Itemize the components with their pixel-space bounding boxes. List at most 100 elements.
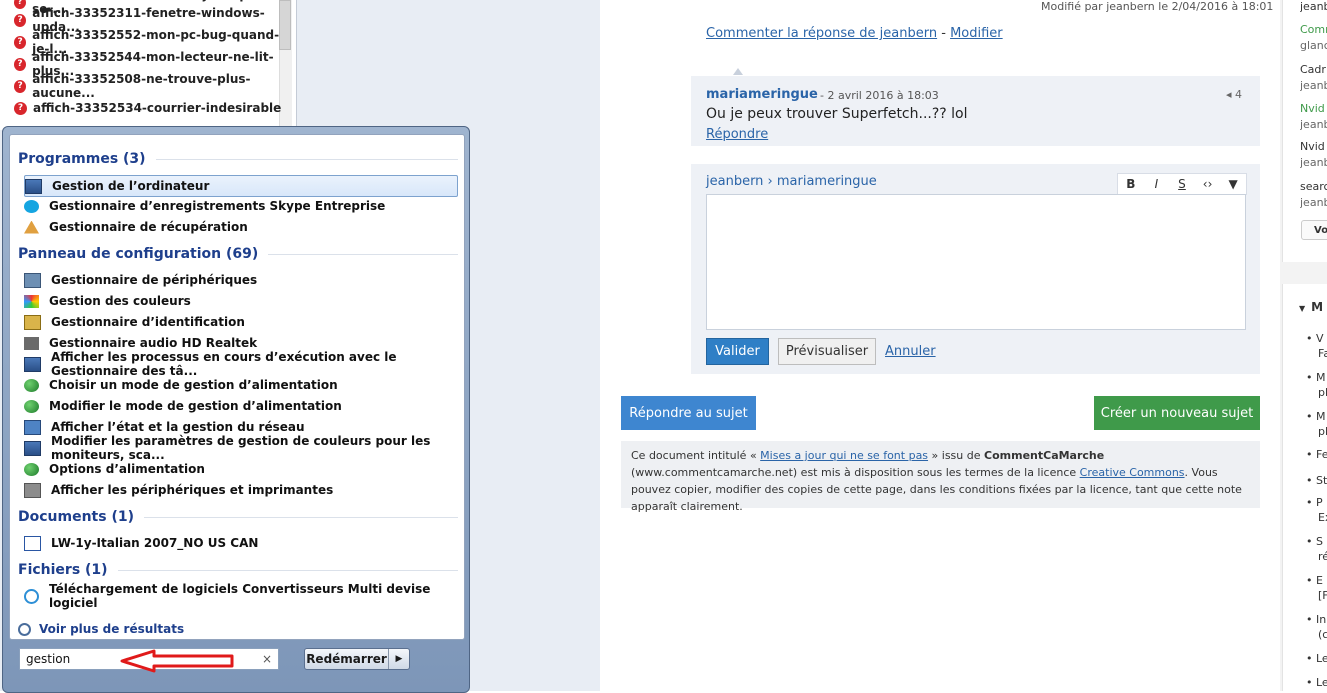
result-file[interactable]: Téléchargement de logiciels Convertisseu… <box>24 582 458 610</box>
result-credential-manager[interactable]: Gestionnaire d’identification <box>24 312 458 332</box>
editor-toolbar: B I S ‹› ▼ <box>1117 173 1247 195</box>
reply-subject-button[interactable]: Répondre au sujet <box>621 396 756 430</box>
sidebar-bullet-cont[interactable]: pl <box>1306 386 1327 399</box>
modify-link[interactable]: Modifier <box>950 26 1003 41</box>
code-icon[interactable]: ‹› <box>1195 177 1221 191</box>
reply-textarea[interactable] <box>706 194 1246 330</box>
sidebar-bullet-cont[interactable]: Ex <box>1306 511 1327 524</box>
result-task-manager[interactable]: Afficher les processus en cours d’exécut… <box>24 350 458 378</box>
explorer-file-list: ?affich-33351720-mises-a-jour-qui-ne-se-… <box>0 0 297 130</box>
editor-breadcrumb: jeanbern › mariameringue <box>706 174 877 189</box>
sidebar-bullet-cont[interactable]: [F <box>1306 589 1327 602</box>
sidebar-bullet-cont[interactable]: pl <box>1306 425 1327 438</box>
vote-count[interactable]: ◂ 4 <box>1226 88 1242 101</box>
result-color-management[interactable]: Gestion des couleurs <box>24 291 458 311</box>
monitor-icon <box>24 440 41 456</box>
bold-icon[interactable]: B <box>1118 177 1144 191</box>
more-results-link[interactable]: Voir plus de résultats <box>18 622 184 636</box>
forum-pin-icon: ? <box>14 57 27 71</box>
validate-button[interactable]: Valider <box>706 338 769 365</box>
result-skype-recordings[interactable]: Gestionnaire d’enregistrements Skype Ent… <box>24 196 458 216</box>
comment-reply-link[interactable]: Commenter la réponse de jeanbern <box>706 26 937 41</box>
sidebar-bullet-cont[interactable]: ré <box>1306 550 1327 563</box>
sidebar-item-author: jeanb <box>1300 79 1327 92</box>
result-device-manager[interactable]: Gestionnaire de périphériques <box>24 270 458 290</box>
sidebar-item-author: glanc <box>1300 39 1327 52</box>
creative-commons-link[interactable]: Creative Commons <box>1080 466 1185 479</box>
result-recovery-manager[interactable]: Gestionnaire de récupération <box>24 217 458 237</box>
sidebar-bullet[interactable]: • S <box>1306 535 1327 548</box>
comment-actions: Commenter la réponse de jeanbern - Modif… <box>706 26 1003 41</box>
clear-search-icon[interactable]: × <box>262 652 272 666</box>
device-manager-icon <box>24 272 41 288</box>
cancel-link[interactable]: Annuler <box>885 344 936 359</box>
sidebar-bullet[interactable]: • V <box>1306 332 1327 345</box>
reply-date: - 2 avril 2016 à 18:03 <box>820 89 939 102</box>
reply-pointer <box>733 68 743 75</box>
sidebar-bullet-cont[interactable]: (c <box>1306 628 1327 641</box>
forum-pin-icon: ? <box>14 35 27 49</box>
sidebar-item[interactable]: searc <box>1300 180 1327 193</box>
preview-button[interactable]: Prévisualiser <box>778 338 876 365</box>
sidebar-item[interactable]: Comm <box>1300 23 1327 36</box>
sidebar-bullet[interactable]: • M <box>1306 410 1327 423</box>
task-manager-icon <box>24 356 41 372</box>
result-monitor-color[interactable]: Modifier les paramètres de gestion de co… <box>24 434 458 462</box>
printer-icon <box>24 482 41 498</box>
search-icon <box>18 622 31 636</box>
modified-note: Modifié par jeanbern le 2/04/2016 à 18:0… <box>1041 0 1274 13</box>
file-item[interactable]: ? affich-33352508-ne-trouve-plus-aucune..… <box>14 72 296 100</box>
document-title-link[interactable]: Mises a jour qui ne se font pas <box>760 449 928 462</box>
sidebar-bullet[interactable]: • Le <box>1306 652 1327 665</box>
dropdown-icon[interactable]: ▼ <box>1220 177 1246 191</box>
forum-pin-icon: ? <box>14 79 27 93</box>
sidebar-section-header[interactable]: ▼ M <box>1299 300 1323 314</box>
sidebar-item[interactable]: Nvid <box>1300 102 1327 115</box>
result-edit-power-plan[interactable]: Modifier le mode de gestion d’alimentati… <box>24 396 458 416</box>
reply-message: Ou je peux trouver Superfetch...?? lol <box>706 106 968 122</box>
sidebar-item-author: jeanb <box>1300 196 1327 209</box>
sidebar-bullet[interactable]: • St <box>1306 474 1327 487</box>
reply-author[interactable]: mariameringue <box>706 87 818 102</box>
sidebar-bullet[interactable]: • P <box>1306 496 1327 509</box>
search-results-panel: Programmes (3) Gestion de l’ordinateur G… <box>9 134 465 640</box>
license-note: Ce document intitulé « Mises a jour qui … <box>621 441 1260 513</box>
sidebar-item[interactable]: Nvid <box>1300 140 1327 153</box>
file-item[interactable]: ? affich-33352544-mon-lecteur-ne-lit-plus… <box>14 50 296 78</box>
sidebar-bullet[interactable]: • E <box>1306 574 1327 587</box>
sidebar-bullet[interactable]: • In <box>1306 613 1327 626</box>
sidebar-bullet[interactable]: • Fe <box>1306 448 1327 461</box>
forum-pin-icon: ? <box>14 101 27 115</box>
forum-pin-icon: ? <box>14 0 27 9</box>
collapse-arrow-icon: ▼ <box>1299 304 1306 313</box>
red-annotation-arrow-icon <box>120 649 234 673</box>
result-devices-printers[interactable]: Afficher les périphériques et imprimante… <box>24 480 458 500</box>
restart-button[interactable]: Redémarrer ▶ <box>304 648 410 670</box>
word-document-icon <box>24 535 41 551</box>
strike-icon[interactable]: S <box>1169 177 1195 191</box>
sidebar-bullet[interactable]: • Le <box>1306 676 1327 689</box>
result-power-options[interactable]: Options d’alimentation <box>24 459 458 479</box>
italic-icon[interactable]: I <box>1144 177 1170 191</box>
sidebar-item-author: jeanb <box>1300 118 1327 131</box>
recovery-icon <box>24 220 39 234</box>
category-fichiers: Fichiers (1) <box>18 562 458 578</box>
file-item[interactable]: ? affich-33352534-courrier-indesirable <box>14 98 281 118</box>
file-item[interactable]: ? affich-33352552-mon-pc-bug-quand-je-l..… <box>14 28 296 56</box>
result-document[interactable]: LW-1y-Italian 2007_NO US CAN <box>24 533 458 553</box>
sidebar-item[interactable]: jeanb <box>1300 0 1327 13</box>
file-item[interactable]: ? affich-33352311-fenetre-windows-upda... <box>14 6 296 34</box>
result-power-plan[interactable]: Choisir un mode de gestion d’alimentatio… <box>24 375 458 395</box>
power-options-icon <box>24 378 39 392</box>
sidebar-item[interactable]: Cadr <box>1300 63 1327 76</box>
chevron-right-icon[interactable]: ▶ <box>389 649 409 669</box>
sidebar-item-author: jeanb <box>1300 156 1327 169</box>
sidebar-bullet[interactable]: • M <box>1306 371 1327 384</box>
reply-link[interactable]: Répondre <box>706 127 768 142</box>
sidebar-view-button[interactable]: Vo <box>1301 220 1327 240</box>
new-subject-button[interactable]: Créer un nouveau sujet <box>1094 396 1260 430</box>
skype-icon <box>24 199 39 213</box>
sidebar-bullet-cont[interactable]: Fa <box>1306 347 1327 360</box>
result-gestion-ordinateur[interactable]: Gestion de l’ordinateur <box>24 175 458 197</box>
color-management-icon <box>24 294 39 308</box>
